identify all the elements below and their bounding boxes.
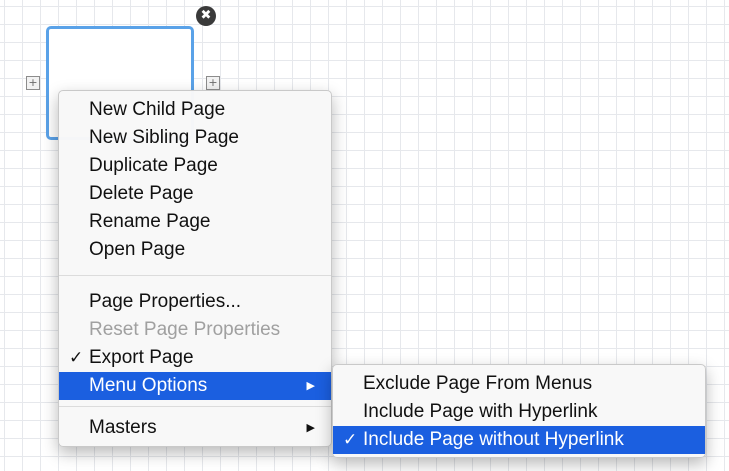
submenu-arrow-icon: ▶	[306, 379, 315, 392]
menu-item-delete-page[interactable]: Delete Page	[59, 180, 331, 208]
menu-item-label: Include Page without Hyperlink	[363, 429, 624, 450]
close-icon[interactable]: ✖	[196, 6, 216, 26]
menu-item-menu-options[interactable]: Menu Options ▶	[59, 372, 331, 400]
menu-item-rename-page[interactable]: Rename Page	[59, 208, 331, 236]
menu-item-masters[interactable]: Masters ▶	[59, 414, 331, 442]
submenu-item-include-page-without-hyperlink[interactable]: ✓ Include Page without Hyperlink	[333, 426, 705, 454]
menu-item-new-sibling-page[interactable]: New Sibling Page	[59, 124, 331, 152]
menu-item-export-page[interactable]: ✓ Export Page	[59, 344, 331, 372]
context-menu: New Child Page New Sibling Page Duplicat…	[58, 90, 332, 447]
menu-item-reset-page-properties: Reset Page Properties	[89, 319, 281, 340]
menu-item-label: Masters	[89, 417, 157, 438]
menu-options-submenu: Exclude Page From Menus Include Page wit…	[332, 364, 706, 458]
submenu-arrow-icon: ▶	[306, 421, 315, 434]
menu-separator	[59, 275, 331, 276]
menu-item-label: Export Page	[89, 347, 194, 368]
submenu-item-exclude-page-from-menus[interactable]: Exclude Page From Menus	[333, 370, 705, 398]
submenu-item-include-page-with-hyperlink[interactable]: Include Page with Hyperlink	[333, 398, 705, 426]
menu-item-new-child-page[interactable]: New Child Page	[59, 96, 331, 124]
checkmark-icon: ✓	[69, 348, 84, 368]
menu-item-page-properties[interactable]: Page Properties...	[59, 288, 331, 316]
menu-item-open-page[interactable]: Open Page	[59, 236, 331, 264]
expand-left-icon[interactable]: +	[26, 76, 40, 90]
menu-item-duplicate-page[interactable]: Duplicate Page	[59, 152, 331, 180]
menu-item-label: Menu Options	[89, 375, 208, 396]
menu-separator	[59, 406, 331, 407]
expand-right-icon[interactable]: +	[206, 76, 220, 90]
checkmark-icon: ✓	[343, 430, 358, 450]
